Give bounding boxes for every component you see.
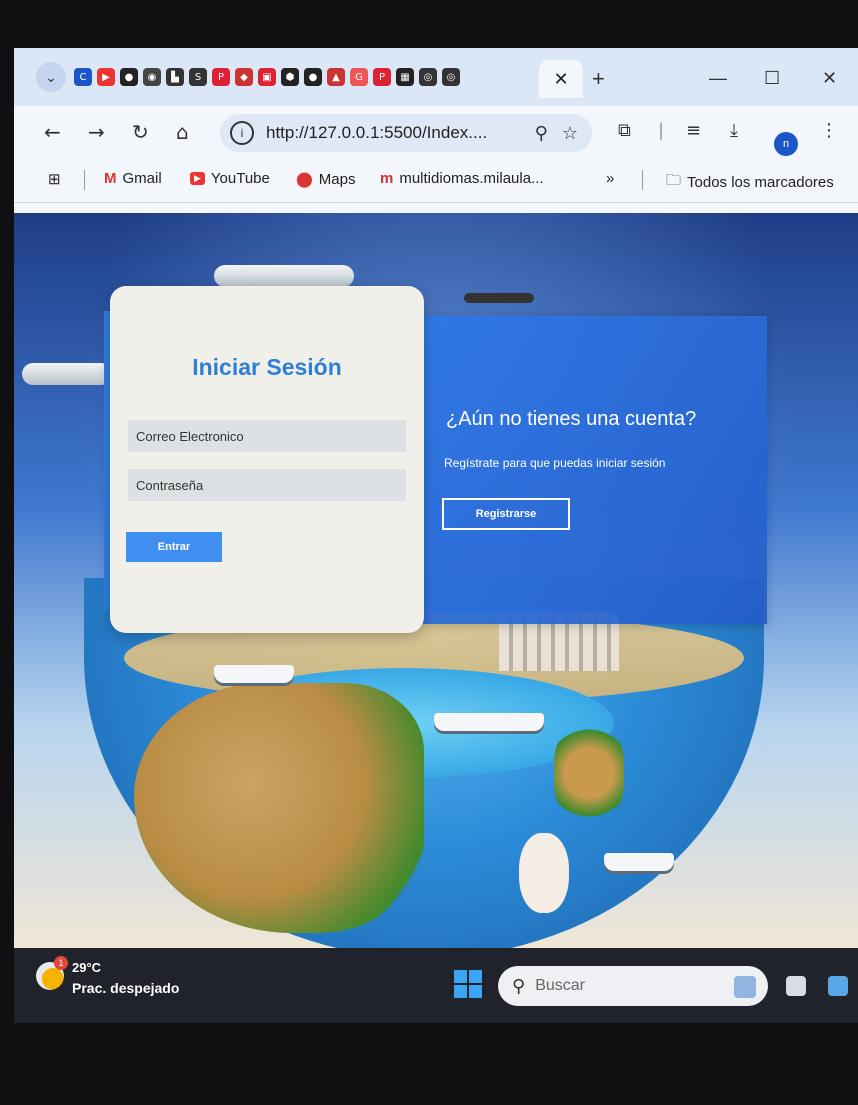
profile-avatar[interactable]: n: [774, 132, 798, 156]
ship-decoration: [434, 713, 544, 731]
pinterest-tab-icon[interactable]: P: [212, 68, 230, 86]
bookmarks-bar: ⊞ M Gmail ▶ YouTube ⬤ Maps m multidiomas…: [14, 158, 858, 203]
page-viewport: ¿Aún no tienes una cuenta? Regístrate pa…: [14, 213, 858, 948]
tab-favicon-icon[interactable]: S: [189, 68, 207, 86]
download-icon[interactable]: ⤓: [730, 120, 738, 141]
bookmark-label: multidiomas.milaula...: [399, 170, 544, 187]
bookmark-youtube[interactable]: ▶ YouTube: [190, 170, 270, 187]
youtube-icon: ▶: [190, 172, 205, 185]
site-icon: m: [380, 170, 394, 187]
taskbar-search[interactable]: ⚲ Buscar: [498, 966, 768, 1006]
tab-favicon-icon[interactable]: ◆: [235, 68, 253, 86]
ship-decoration: [214, 665, 294, 683]
airplane-decoration: [22, 363, 112, 385]
github-tab-icon[interactable]: ●: [120, 68, 138, 86]
browser-toolbar: ← → ↻ ⌂ i http://127.0.0.1:5500/Index...…: [14, 106, 858, 158]
register-title: ¿Aún no tienes una cuenta?: [446, 408, 697, 430]
search-placeholder: Buscar: [535, 977, 585, 994]
login-title: Iniciar Sesión: [192, 354, 342, 380]
bookmark-divider: [642, 170, 643, 190]
reading-list-icon[interactable]: ≡: [686, 120, 701, 141]
all-bookmarks-label: Todos los marcadores: [687, 174, 834, 191]
reload-icon[interactable]: ↻: [132, 120, 149, 144]
close-window-button[interactable]: ✕: [822, 68, 837, 89]
maximize-button[interactable]: ☐: [764, 68, 780, 89]
tab-favicon-icon[interactable]: ◉: [143, 68, 161, 86]
login-card: Iniciar Sesión Correo Electronico Contra…: [110, 286, 424, 633]
forward-arrow-icon[interactable]: →: [88, 120, 105, 144]
tab-search-button[interactable]: ⌄: [36, 62, 66, 92]
airplane-decoration: [464, 293, 534, 303]
bookmark-label: YouTube: [210, 170, 270, 187]
toolbar-divider: |: [658, 120, 665, 141]
bookmarks-overflow-button[interactable]: »: [606, 170, 614, 187]
weather-temperature[interactable]: 29°C: [72, 960, 101, 975]
maps-icon: ⬤: [296, 171, 313, 188]
tab-favicon-icon[interactable]: ▙: [166, 68, 184, 86]
register-button[interactable]: Registrarse: [442, 498, 570, 530]
home-icon[interactable]: ⌂: [176, 120, 189, 144]
email-field[interactable]: Correo Electronico: [128, 420, 406, 452]
pinterest-tab-icon[interactable]: P: [373, 68, 391, 86]
search-highlight-icon: [734, 976, 756, 998]
weather-condition[interactable]: Prac. despejado: [72, 980, 179, 996]
tab-favicon-icon[interactable]: ▦: [396, 68, 414, 86]
copilot-icon[interactable]: [828, 976, 848, 996]
windows-start-icon[interactable]: [454, 970, 482, 998]
bookmark-label: Gmail: [122, 170, 162, 187]
island-illustration: [554, 723, 624, 823]
tab-favicon-icon[interactable]: C: [74, 68, 92, 86]
bookmark-multidiomas[interactable]: m multidiomas.milaula...: [380, 170, 544, 187]
tab-favicon-icon[interactable]: ⬢: [281, 68, 299, 86]
tab-favicon-icon[interactable]: ▣: [258, 68, 276, 86]
apps-icon[interactable]: ⊞: [48, 170, 61, 188]
zoom-icon[interactable]: ⚲: [535, 123, 548, 144]
register-panel: ¿Aún no tienes una cuenta? Regístrate pa…: [422, 316, 767, 624]
tab-favicon-icon[interactable]: ▲: [327, 68, 345, 86]
weather-badge: 1: [54, 956, 68, 970]
bookmark-divider: [84, 170, 85, 190]
site-info-icon[interactable]: i: [230, 121, 254, 145]
address-bar[interactable]: i http://127.0.0.1:5500/Index.... ⚲ ☆: [220, 114, 592, 152]
password-field[interactable]: Contraseña: [128, 469, 406, 501]
screen: ⌄ C ▶ ● ◉ ▙ S P ◆ ▣ ⬢ ● ▲ G P ▦ ◎ ◎ ✕ + …: [14, 48, 858, 1023]
tab-close-icon[interactable]: ✕: [553, 69, 568, 90]
register-text: Regístrate para que puedas iniciar sesió…: [444, 456, 666, 470]
tab-favicon-icon[interactable]: ◎: [419, 68, 437, 86]
url-text[interactable]: http://127.0.0.1:5500/Index....: [266, 123, 535, 143]
bookmark-label: Maps: [318, 170, 356, 188]
all-bookmarks-folder[interactable]: 🗀 Todos los marcadores: [666, 170, 834, 195]
gmail-icon: M: [104, 170, 117, 187]
taskbar: 1 29°C Prac. despejado ⚲ Buscar: [14, 948, 858, 1023]
bookmark-maps[interactable]: ⬤ Maps: [296, 170, 356, 189]
menu-dots-icon[interactable]: ⋮: [820, 120, 838, 141]
bookmark-star-icon[interactable]: ☆: [562, 123, 578, 144]
login-button[interactable]: Entrar: [126, 532, 222, 562]
folder-icon: 🗀: [666, 172, 682, 189]
minimize-button[interactable]: —: [709, 68, 727, 89]
cloud-illustration: [519, 833, 569, 913]
tab-favicon-icon[interactable]: ◎: [442, 68, 460, 86]
new-tab-button[interactable]: +: [592, 66, 605, 92]
extensions-icon[interactable]: ⧉: [618, 120, 631, 141]
bookmark-gmail[interactable]: M Gmail: [104, 170, 162, 187]
tab-favicon-icon[interactable]: G: [350, 68, 368, 86]
github-tab-icon[interactable]: ●: [304, 68, 322, 86]
tab-strip: ⌄ C ▶ ● ◉ ▙ S P ◆ ▣ ⬢ ● ▲ G P ▦ ◎ ◎ ✕ + …: [14, 48, 858, 106]
back-arrow-icon[interactable]: ←: [44, 120, 61, 144]
ship-decoration: [604, 853, 674, 871]
task-view-icon[interactable]: [786, 976, 806, 996]
active-tab[interactable]: ✕: [539, 60, 583, 98]
youtube-tab-icon[interactable]: ▶: [97, 68, 115, 86]
airplane-decoration: [214, 265, 354, 287]
tab-favicons: C ▶ ● ◉ ▙ S P ◆ ▣ ⬢ ● ▲ G P ▦ ◎ ◎: [74, 68, 460, 86]
search-icon: ⚲: [512, 975, 526, 997]
